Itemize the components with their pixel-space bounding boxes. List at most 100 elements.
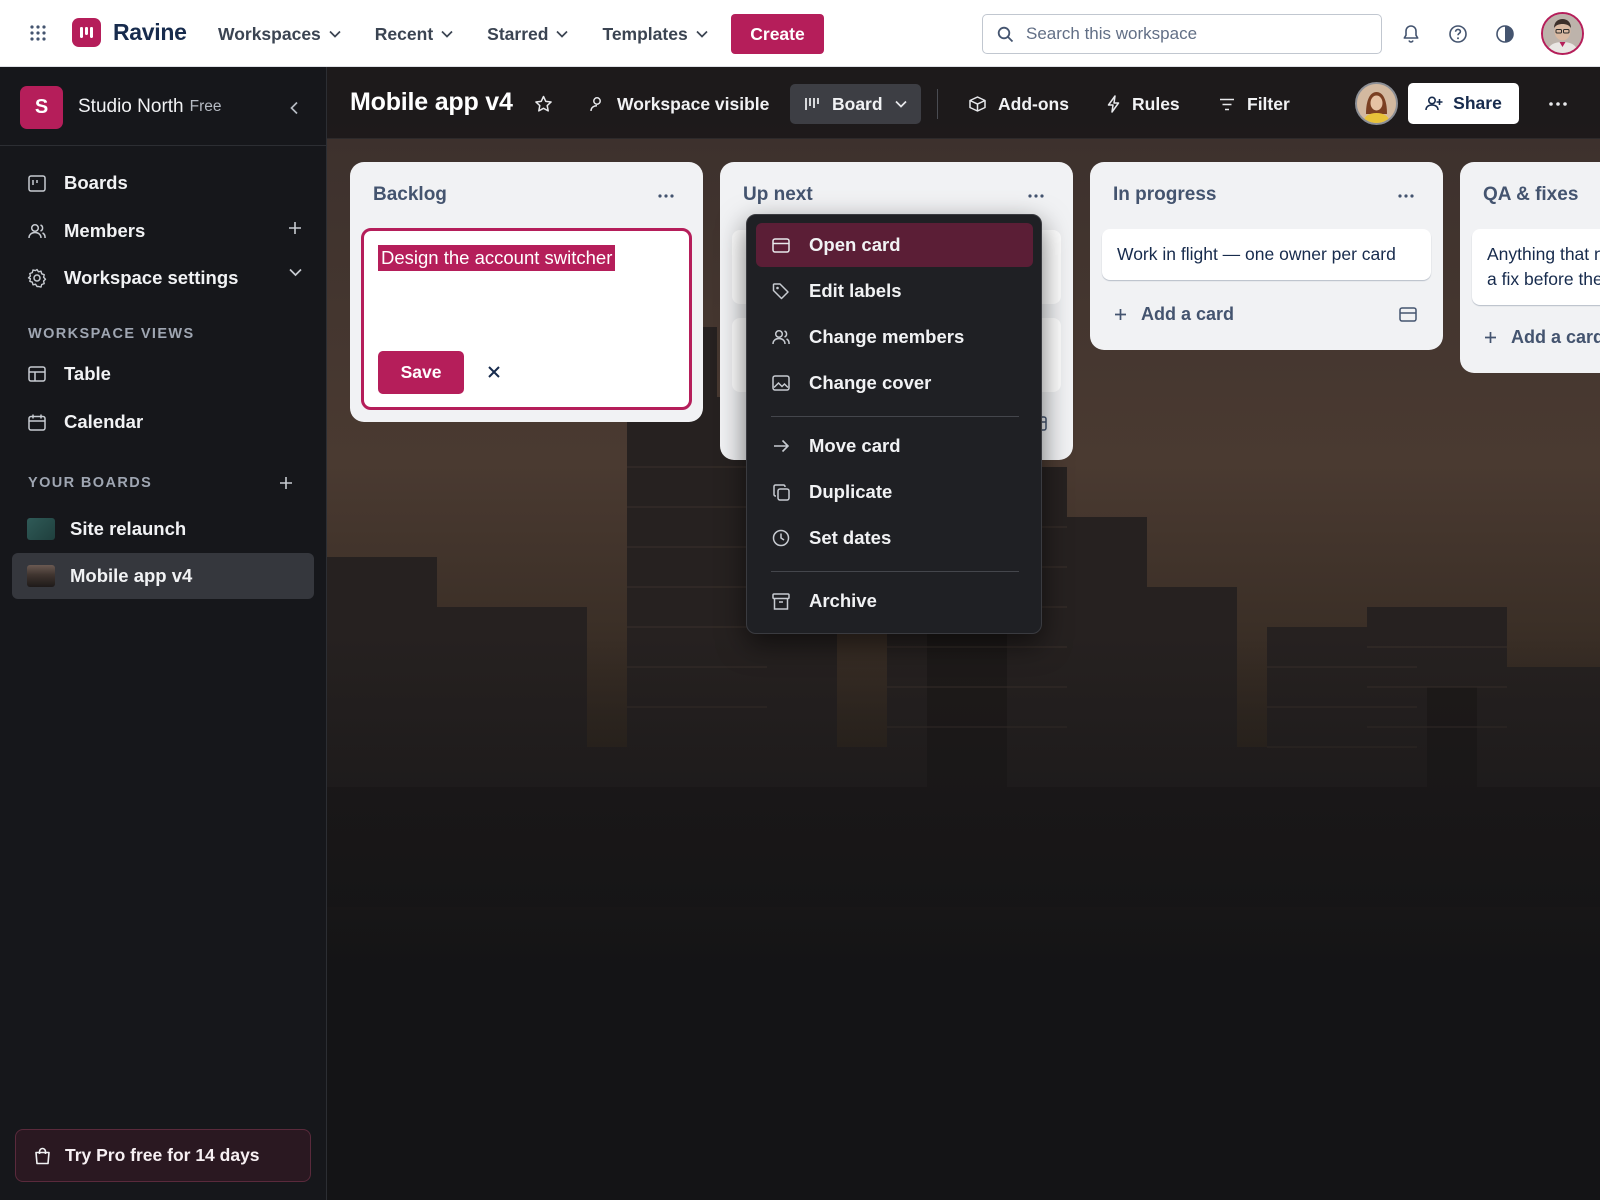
add-board-icon[interactable] (276, 473, 296, 493)
calendar-icon (26, 414, 48, 431)
board-item-mobile-app-v4[interactable]: Mobile app v4 (12, 553, 314, 599)
search-input[interactable] (1026, 24, 1356, 44)
sidebar-item-calendar[interactable]: Calendar (26, 402, 316, 442)
your-boards-heading: YOUR BOARDS (28, 475, 153, 491)
nav-label: Workspaces (218, 23, 321, 44)
gear-icon (26, 268, 48, 288)
addons-button[interactable]: Add-ons (955, 84, 1083, 124)
lightning-icon (1107, 95, 1120, 113)
view-label: Board (832, 93, 883, 114)
workspace-header[interactable]: S Studio North Free (20, 85, 320, 129)
nav-label: Templates (602, 23, 688, 44)
nav-starred[interactable]: Starred (485, 18, 570, 50)
more-options-icon[interactable] (1546, 94, 1570, 114)
try-pro-button[interactable]: Try Pro free for 14 days (15, 1129, 311, 1182)
list-title[interactable]: Backlog (373, 184, 447, 206)
add-member-icon[interactable] (288, 221, 302, 235)
board-title[interactable]: Mobile app v4 (350, 88, 513, 117)
logo-icon (72, 18, 101, 47)
menu-item-edit-labels[interactable]: Edit labels (756, 269, 1033, 313)
board-header: Mobile app v4 Workspace visible Board Ad… (327, 67, 1600, 139)
create-button[interactable]: Create (731, 14, 824, 54)
addons-label: Add-ons (998, 93, 1069, 114)
menu-item-label: Edit labels (809, 280, 902, 301)
star-icon[interactable] (531, 92, 555, 116)
bell-icon[interactable] (1398, 21, 1424, 47)
add-card-label: Add a card (1511, 326, 1600, 347)
share-button[interactable]: Share (1408, 83, 1519, 124)
header-divider (937, 89, 938, 119)
shopping-bag-icon (35, 1147, 50, 1164)
card-title-input[interactable]: Design the account switcher (378, 245, 616, 271)
chevron-down-icon (556, 30, 569, 38)
workspace-name: Studio North (78, 96, 184, 117)
list-qa-fixes: QA & fixes Anything that needs a fix bef… (1460, 162, 1600, 373)
sidebar-item-boards[interactable]: Boards (26, 163, 316, 203)
menu-item-label: Change cover (809, 372, 932, 393)
menu-item-move-card[interactable]: Move card (756, 424, 1033, 468)
board-item-site-relaunch[interactable]: Site relaunch (12, 506, 314, 552)
close-icon[interactable] (483, 361, 505, 383)
help-icon[interactable] (1445, 21, 1471, 47)
members-icon (26, 223, 48, 239)
menu-item-open-card[interactable]: Open card (756, 223, 1033, 267)
nav-templates[interactable]: Templates (600, 18, 709, 50)
user-avatar[interactable] (1541, 12, 1584, 55)
board-member-avatar[interactable] (1355, 82, 1398, 125)
list-menu-icon[interactable] (1025, 188, 1047, 204)
app-switcher-icon[interactable] (25, 20, 51, 46)
app-name: Ravine (113, 19, 187, 45)
menu-item-label: Change members (809, 326, 965, 347)
sidebar-item-members[interactable]: Members (26, 211, 316, 251)
menu-item-change-cover[interactable]: Change cover (756, 361, 1033, 405)
view-switcher-button[interactable]: Board (790, 84, 921, 124)
app-logo[interactable]: Ravine (72, 18, 187, 47)
board-thumbnail (27, 518, 55, 540)
search-box[interactable] (982, 14, 1382, 54)
add-card-button[interactable]: Add a card (1484, 322, 1600, 352)
visibility-button[interactable]: Workspace visible (575, 84, 783, 124)
list-in-progress: In progress Work in flight — one owner p… (1090, 162, 1443, 350)
rules-button[interactable]: Rules (1093, 84, 1194, 124)
share-label: Share (1453, 93, 1502, 113)
sidebar-item-workspace-settings[interactable]: Workspace settings (26, 258, 316, 298)
list-title[interactable]: In progress (1113, 184, 1216, 206)
list-menu-icon[interactable] (1395, 188, 1417, 204)
sidebar-item-label: Table (64, 363, 111, 384)
card[interactable]: Anything that needs a fix before the (1472, 229, 1600, 305)
card-icon (771, 237, 791, 253)
collapse-sidebar-icon[interactable] (283, 97, 305, 119)
sidebar-item-table[interactable]: Table (26, 354, 316, 394)
menu-item-label: Duplicate (809, 481, 893, 502)
card[interactable]: Work in flight — one owner per card (1102, 229, 1431, 280)
menu-divider (771, 416, 1019, 417)
arrow-right-icon (771, 439, 791, 453)
menu-item-set-dates[interactable]: Set dates (756, 516, 1033, 560)
filter-button[interactable]: Filter (1205, 84, 1304, 124)
list-title[interactable]: Up next (743, 184, 813, 206)
nav-recent[interactable]: Recent (373, 18, 455, 50)
search-icon (997, 26, 1014, 42)
list-title[interactable]: QA & fixes (1483, 184, 1578, 206)
list-menu-icon[interactable] (655, 188, 677, 204)
workspace-views-heading: WORKSPACE VIEWS (28, 326, 195, 342)
menu-item-archive[interactable]: Archive (756, 579, 1033, 623)
add-card-button[interactable]: Add a card (1114, 299, 1234, 329)
sidebar-item-label: Boards (64, 172, 128, 193)
board-item-label: Mobile app v4 (70, 565, 193, 586)
board-thumbnail (27, 565, 55, 587)
theme-toggle-icon[interactable] (1492, 21, 1518, 47)
card-composer[interactable]: Design the account switcher Save (361, 228, 692, 410)
menu-item-label: Archive (809, 590, 877, 611)
chevron-down-icon[interactable] (289, 268, 302, 277)
menu-divider (771, 571, 1019, 572)
menu-item-label: Move card (809, 435, 901, 456)
workspace-plan: Free (189, 98, 222, 115)
board-view-icon (805, 98, 819, 110)
nav-workspaces[interactable]: Workspaces (216, 18, 343, 50)
save-button[interactable]: Save (378, 351, 464, 394)
card-template-icon[interactable] (1397, 303, 1419, 325)
menu-item-duplicate[interactable]: Duplicate (756, 470, 1033, 514)
sidebar-item-label: Calendar (64, 411, 144, 432)
menu-item-change-members[interactable]: Change members (756, 315, 1033, 359)
